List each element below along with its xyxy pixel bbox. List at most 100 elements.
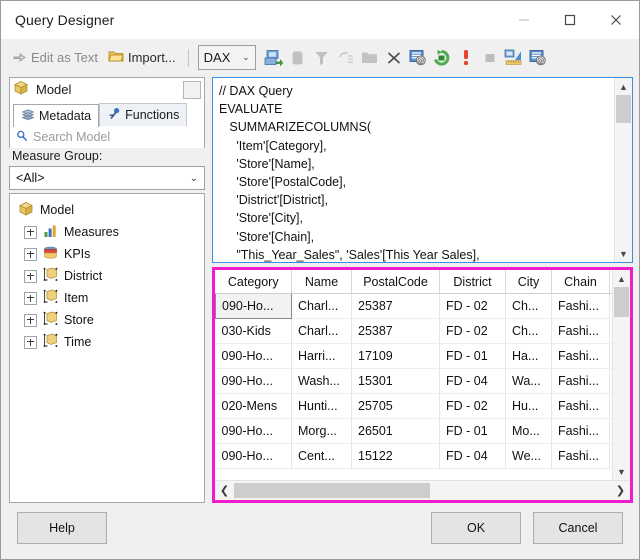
tree-node-item[interactable]: Item [10,287,204,309]
cell-chain[interactable]: Fashi... [551,443,610,469]
scrollbar-thumb[interactable] [614,287,629,317]
panel-options-button[interactable] [183,80,201,99]
query-parameters-icon[interactable]: @ [407,46,429,70]
table-row[interactable]: 090-Ho... Wash... 15301 FD - 04 Wa... Fa… [215,368,612,394]
column-header-district[interactable]: District [439,270,506,294]
cell-postalcode[interactable]: 25387 [351,318,440,344]
auto-detect-icon[interactable] [335,46,357,70]
cell-city[interactable]: Ha... [505,343,552,369]
cell-category[interactable]: 090-Ho... [215,443,292,469]
help-button[interactable]: Help [17,512,107,544]
cell-district[interactable]: FD - 01 [439,343,506,369]
close-icon[interactable] [593,1,639,39]
dax-query-text[interactable]: // DAX Query EVALUATE SUMMARIZECOLUMNS( … [213,78,614,262]
expander-icon[interactable] [24,269,37,283]
stop-icon[interactable] [479,46,501,70]
model-tree[interactable]: Model Measures KPIs District Item Store … [9,193,205,503]
cell-city[interactable]: Mo... [505,418,552,444]
cell-category[interactable]: 020-Mens [215,393,292,419]
cell-district[interactable]: FD - 04 [439,368,506,394]
expander-icon[interactable] [24,225,37,239]
column-header-name[interactable]: Name [291,270,352,294]
cell-postalcode[interactable]: 15301 [351,368,440,394]
cell-chain[interactable]: Fashi... [551,293,610,319]
cell-chain[interactable]: Fashi... [551,318,610,344]
column-header-chain[interactable]: Chain [551,270,610,294]
hscrollbar-track[interactable] [234,481,611,500]
cancel-button[interactable]: Cancel [533,512,623,544]
measure-group-select[interactable]: <All> ⌄ [9,166,205,190]
expander-icon[interactable] [24,335,37,349]
column-header-category[interactable]: Category [215,270,292,294]
cell-city[interactable]: Wa... [505,368,552,394]
tab-functions[interactable]: Functions [99,103,188,126]
tree-node-district[interactable]: District [10,265,204,287]
cell-category[interactable]: 090-Ho... [215,293,292,319]
cell-category[interactable]: 030-Kids [215,318,292,344]
cell-category[interactable]: 090-Ho... [215,418,292,444]
cell-postalcode[interactable]: 15122 [351,443,440,469]
table-row[interactable]: 020-Mens Hunti... 25705 FD - 02 Hu... Fa… [215,393,612,419]
scroll-up-icon[interactable]: ▲ [615,78,632,95]
delete-x-icon[interactable] [383,46,405,70]
edit-as-text-button[interactable]: Edit as Text [7,43,103,73]
cell-name[interactable]: Charl... [291,318,352,344]
cell-name[interactable]: Harri... [291,343,352,369]
cell-district[interactable]: FD - 02 [439,293,506,319]
tree-node-store[interactable]: Store [10,309,204,331]
table-row[interactable]: 090-Ho... Charl... 25387 FD - 02 Ch... F… [215,293,612,319]
maximize-icon[interactable] [547,1,593,39]
import-button[interactable]: Import... [103,43,181,73]
scroll-right-icon[interactable]: ❯ [611,481,630,500]
column-header-city[interactable]: City [505,270,552,294]
cell-name[interactable]: Morg... [291,418,352,444]
query-at-icon[interactable]: @ [527,46,549,70]
table-row[interactable]: 090-Ho... Harri... 17109 FD - 01 Ha... F… [215,343,612,369]
cell-postalcode[interactable]: 25387 [351,293,440,319]
table-row[interactable]: 030-Kids Charl... 25387 FD - 02 Ch... Fa… [215,318,612,344]
results-grid-hscrollbar[interactable]: ❮ ❯ [215,480,630,500]
tab-metadata[interactable]: Metadata [13,104,100,127]
cube-icon[interactable] [287,46,309,70]
design-mode-icon[interactable] [503,46,525,70]
cell-chain[interactable]: Fashi... [551,368,610,394]
refresh-fields-icon[interactable] [431,46,453,70]
cell-category[interactable]: 090-Ho... [215,343,292,369]
add-dataset-icon[interactable] [263,46,285,70]
cell-city[interactable]: Ch... [505,318,552,344]
ok-button[interactable]: OK [431,512,521,544]
scroll-down-icon[interactable]: ▼ [615,245,632,262]
dax-query-editor[interactable]: // DAX Query EVALUATE SUMMARIZECOLUMNS( … [212,77,633,263]
scroll-left-icon[interactable]: ❮ [215,481,234,500]
cell-district[interactable]: FD - 04 [439,443,506,469]
cell-name[interactable]: Hunti... [291,393,352,419]
cell-district[interactable]: FD - 02 [439,318,506,344]
table-row[interactable]: 090-Ho... Morg... 26501 FD - 01 Mo... Fa… [215,418,612,444]
filter-icon[interactable] [311,46,333,70]
cell-district[interactable]: FD - 02 [439,393,506,419]
scroll-up-icon[interactable]: ▲ [613,270,630,287]
tree-node-model[interactable]: Model [10,199,204,221]
cell-city[interactable]: Hu... [505,393,552,419]
cell-postalcode[interactable]: 17109 [351,343,440,369]
tree-node-time[interactable]: Time [10,331,204,353]
cell-name[interactable]: Charl... [291,293,352,319]
tree-node-measures[interactable]: Measures [10,221,204,243]
folder-icon[interactable] [359,46,381,70]
minimize-icon[interactable] [501,1,547,39]
cell-district[interactable]: FD - 01 [439,418,506,444]
expander-icon[interactable] [24,247,37,261]
table-row[interactable]: 090-Ho... Cent... 15122 FD - 04 We... Fa… [215,443,612,469]
cell-city[interactable]: Ch... [505,293,552,319]
cell-name[interactable]: Wash... [291,368,352,394]
search-model-input[interactable]: Search Model [9,126,205,148]
scroll-down-icon[interactable]: ▼ [613,463,630,480]
results-grid-vscrollbar[interactable]: ▲ ▼ [612,270,630,480]
query-type-select[interactable]: DAX ⌄ [197,45,256,70]
expander-icon[interactable] [24,313,37,327]
cell-category[interactable]: 090-Ho... [215,368,292,394]
cell-city[interactable]: We... [505,443,552,469]
cell-chain[interactable]: Fashi... [551,343,610,369]
cell-postalcode[interactable]: 26501 [351,418,440,444]
cell-postalcode[interactable]: 25705 [351,393,440,419]
